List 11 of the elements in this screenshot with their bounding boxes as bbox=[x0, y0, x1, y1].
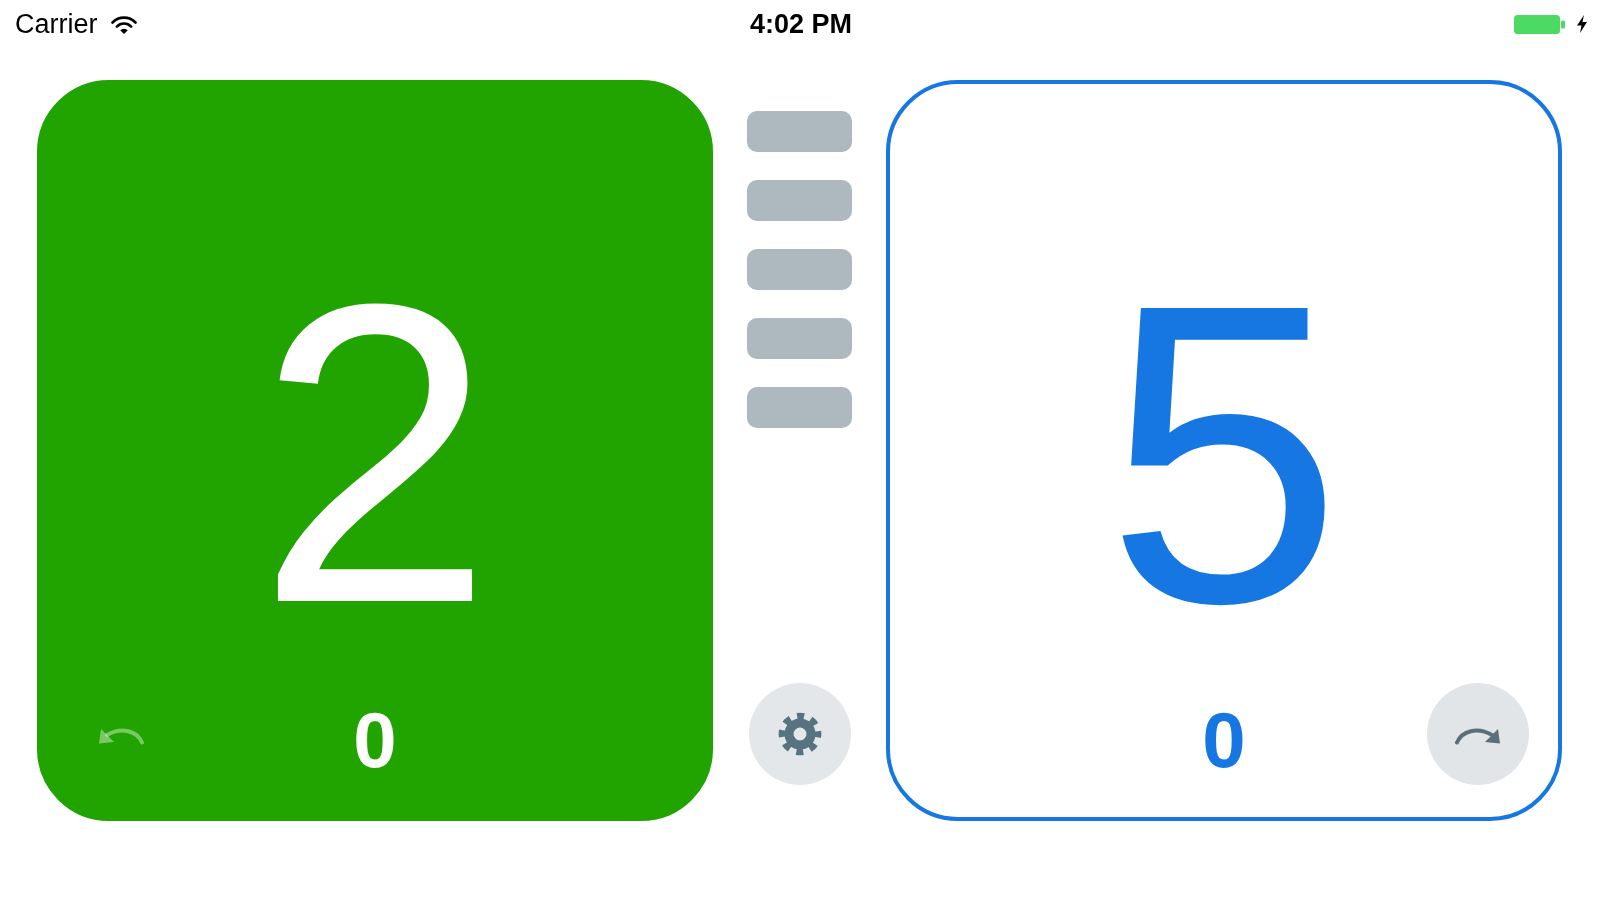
sub-score-number: 0 bbox=[353, 701, 397, 779]
score-card[interactable]: 5 0 bbox=[886, 80, 1562, 821]
battery-icon bbox=[1514, 14, 1565, 34]
settings-icon bbox=[777, 712, 822, 756]
sub-score-number: 0 bbox=[1202, 701, 1246, 779]
wifi-icon bbox=[110, 14, 137, 34]
score-number: 2 bbox=[256, 262, 494, 663]
score-card[interactable]: 2 0 bbox=[37, 80, 713, 821]
clock-time: 4:02 PM bbox=[749, 10, 852, 38]
carrier-name: Carrier bbox=[15, 10, 98, 38]
score-number: 5 bbox=[1105, 262, 1343, 663]
